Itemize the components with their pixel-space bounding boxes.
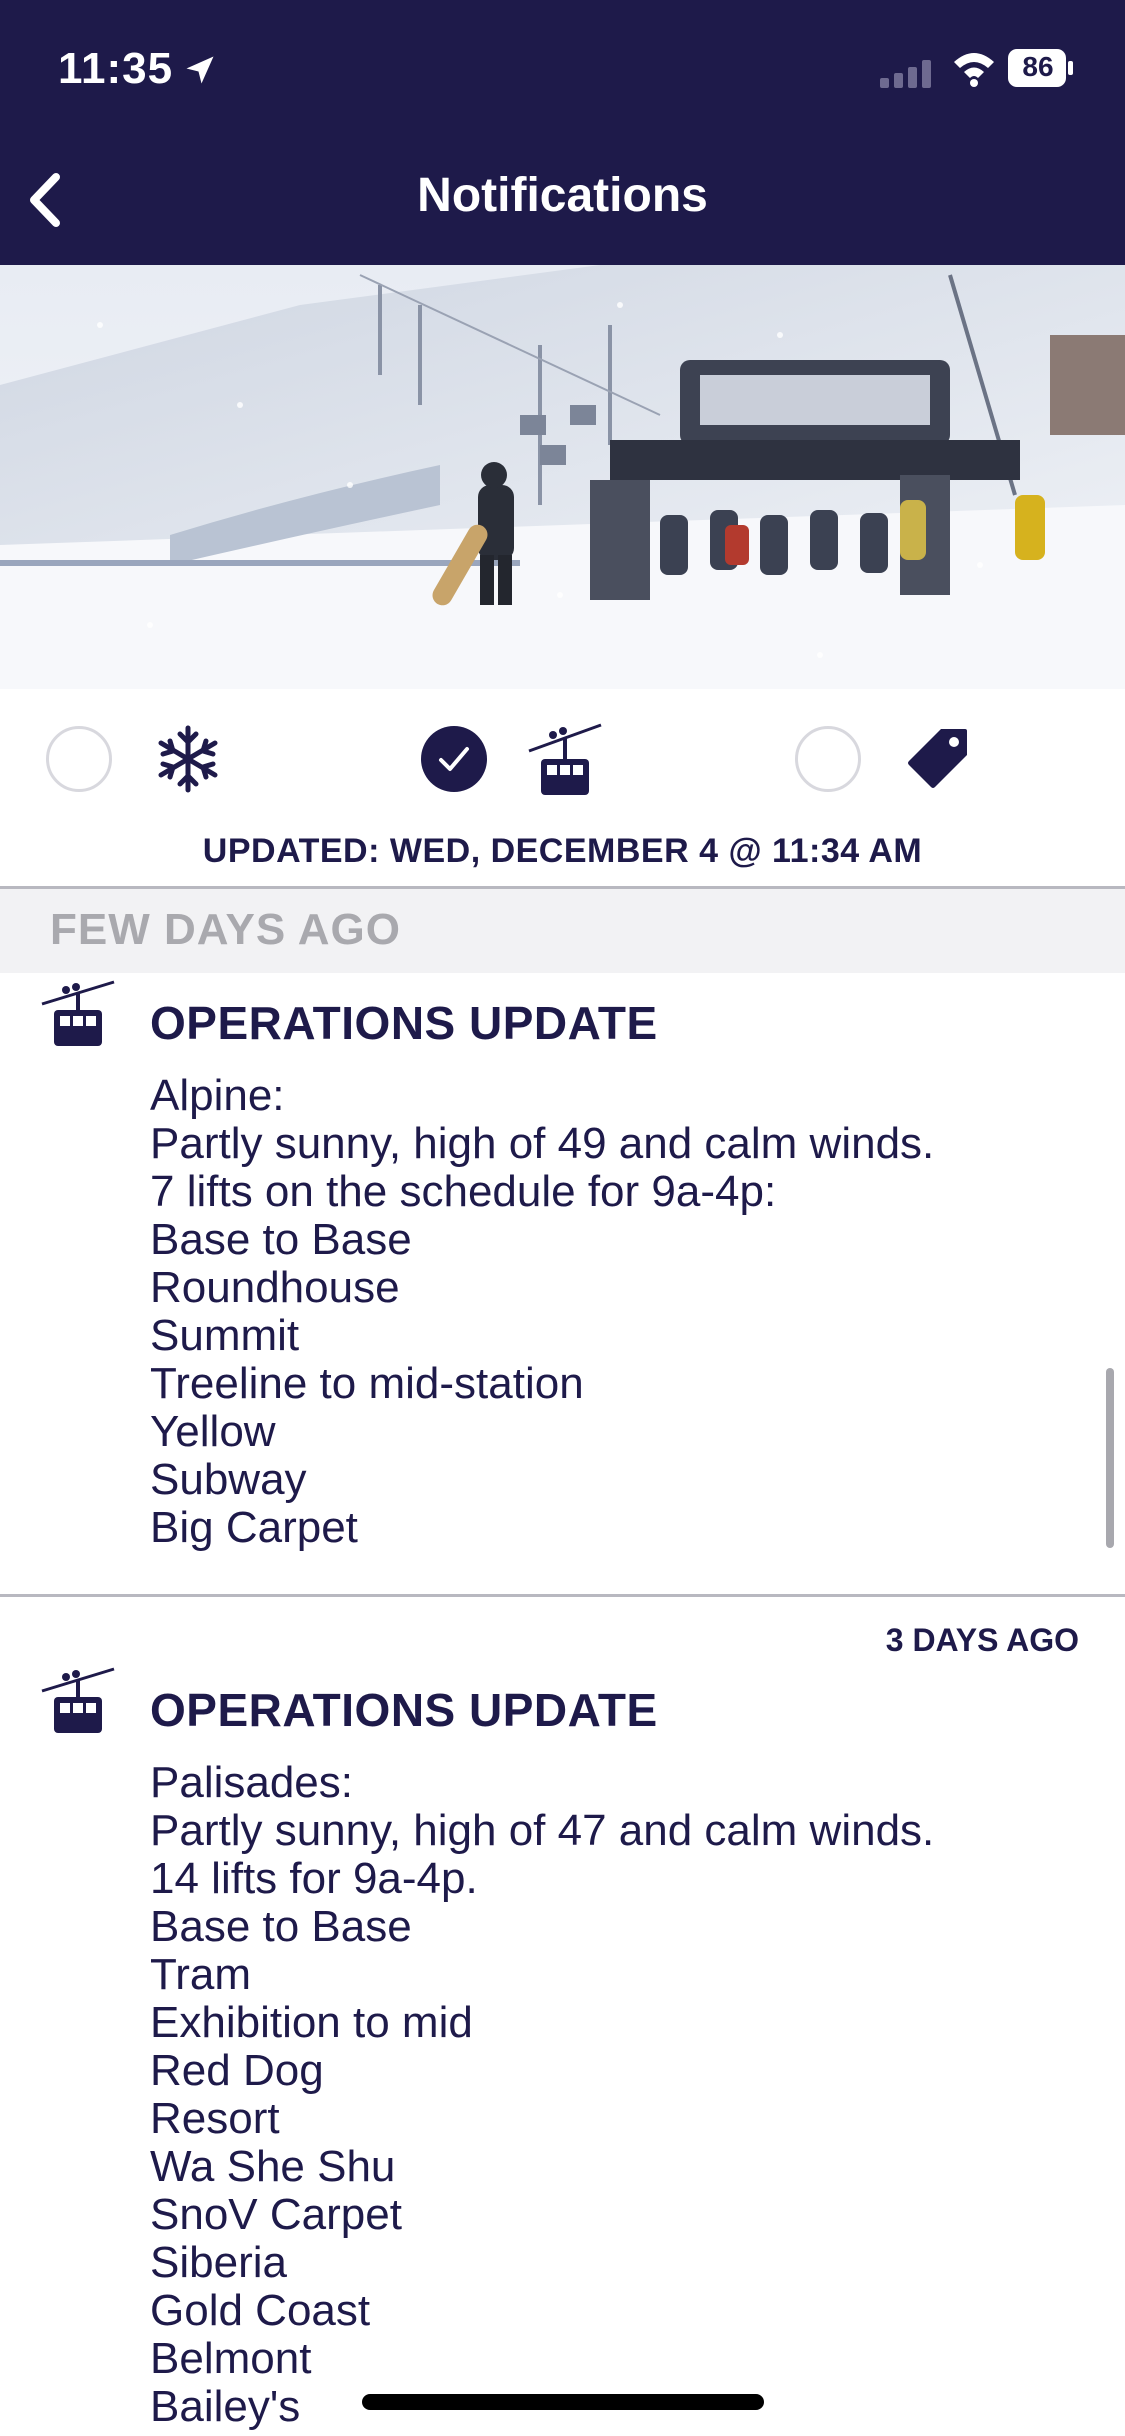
notification-filters (0, 689, 1125, 829)
battery-level: 86 (1022, 51, 1054, 82)
notification-line: Partly sunny, high of 47 and calm winds. (150, 1806, 935, 1855)
home-indicator[interactable] (362, 2394, 764, 2410)
snow-filter-radio[interactable] (46, 726, 112, 792)
tag-icon (908, 729, 967, 788)
location-arrow-icon (186, 56, 214, 84)
page-title: Notifications (417, 169, 708, 222)
gondola-icon (41, 1667, 115, 1733)
notification-line: Gold Coast (150, 2286, 371, 2335)
notification-line: Base to Base (150, 1215, 412, 1264)
divider (0, 1594, 1125, 1597)
notification-line: Alpine: (150, 1071, 285, 1120)
notification-title: OPERATIONS UPDATE (150, 997, 658, 1049)
notification-timestamp: 3 DAYS AGO (885, 1622, 1079, 1658)
notification-line: Big Carpet (150, 1503, 358, 1552)
section-header: FEW DAYS AGO (0, 889, 1125, 973)
hero-image (0, 265, 1125, 689)
notification-line: Tram (150, 1950, 252, 1999)
scrollbar[interactable] (1106, 1368, 1114, 1548)
check-icon (439, 747, 469, 771)
wifi-icon (954, 53, 994, 87)
notification-line: Exhibition to mid (150, 1998, 473, 2047)
notification-line: Wa She Shu (150, 2142, 396, 2191)
notification-line: 14 lifts for 9a-4p. (150, 1854, 478, 1903)
section-header-label: FEW DAYS AGO (50, 905, 402, 954)
status-time: 11:35 (58, 44, 174, 93)
app-header: 11:35 86 Notifications (0, 0, 1125, 265)
notification-line: Belmont (150, 2334, 312, 2383)
updated-timestamp: UPDATED: WED, DECEMBER 4 @ 11:34 AM (202, 832, 923, 870)
notification-line: Base to Base (150, 1902, 412, 1951)
notification-title: OPERATIONS UPDATE (150, 1684, 658, 1736)
notification-line: 7 lifts on the schedule for 9a-4p: (150, 1167, 777, 1216)
notification-line: Siberia (150, 2238, 287, 2287)
notification-line: Roundhouse (150, 1263, 400, 1312)
notification-line: Partly sunny, high of 49 and calm winds. (150, 1119, 935, 1168)
notification-line: Yellow (150, 1407, 276, 1456)
notification-body: Palisades: Partly sunny, high of 47 and … (150, 1759, 934, 2431)
deals-filter-radio[interactable] (795, 726, 861, 792)
gondola-icon (528, 723, 602, 795)
notification-line: Summit (150, 1311, 300, 1360)
lifts-filter-radio[interactable] (421, 726, 487, 792)
snowflake-icon (158, 725, 218, 793)
notification-line: Red Dog (150, 2046, 324, 2095)
gondola-icon (41, 980, 115, 1046)
cellular-signal-icon (880, 60, 931, 88)
notification-line: Subway (150, 1455, 307, 1504)
notification-body: Alpine: Partly sunny, high of 49 and cal… (150, 1072, 934, 1552)
notification-line: Resort (150, 2094, 280, 2143)
notification-line: Treeline to mid-station (150, 1359, 584, 1408)
notification-line: Palisades: (150, 1758, 354, 1807)
notification-line: SnoV Carpet (150, 2190, 402, 2239)
